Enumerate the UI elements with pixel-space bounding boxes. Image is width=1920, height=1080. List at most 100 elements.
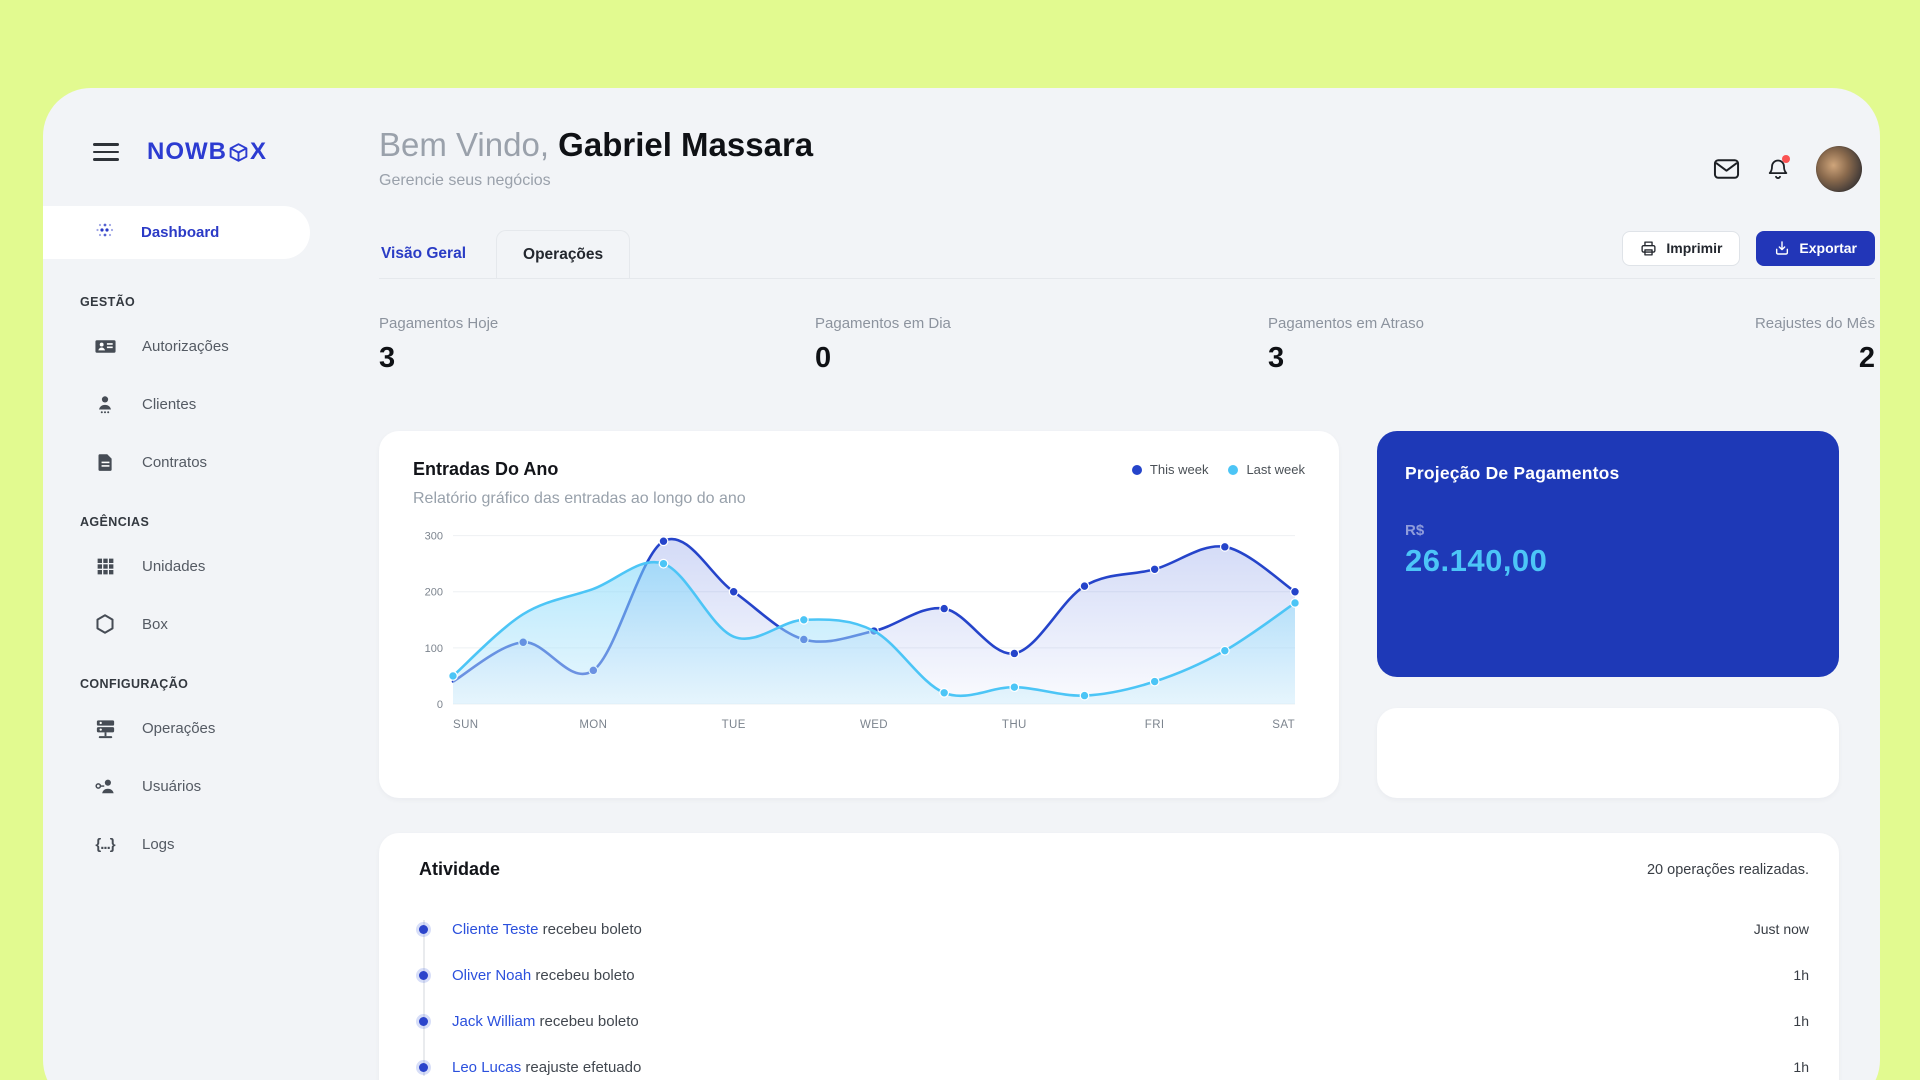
data-point bbox=[939, 603, 950, 614]
sidebar-section-label: GESTÃO bbox=[80, 295, 136, 309]
page-header: Bem Vindo, Gabriel Massara Gerencie seus… bbox=[379, 124, 1875, 190]
stat-pagamentos-em-atraso: Pagamentos em Atraso 3 bbox=[1268, 315, 1755, 375]
data-point bbox=[1079, 690, 1090, 701]
sidebar-item-dashboard[interactable]: Dashboard bbox=[43, 206, 310, 259]
legend-label: Last week bbox=[1246, 462, 1305, 477]
stat-pagamentos-em-dia: Pagamentos em Dia 0 bbox=[815, 315, 1268, 375]
data-point bbox=[1149, 564, 1160, 575]
projection-amount: 26.140,00 bbox=[1405, 543, 1548, 578]
stat-value: 2 bbox=[1858, 342, 1875, 374]
data-point bbox=[798, 614, 809, 625]
sidebar-section-label: AGÊNCIAS bbox=[80, 515, 150, 529]
braces-icon: {...} bbox=[95, 835, 115, 853]
svg-text:0: 0 bbox=[437, 699, 443, 711]
stat-label: Pagamentos Hoje bbox=[379, 315, 499, 332]
svg-text:FRI: FRI bbox=[1145, 719, 1165, 731]
sidebar-section-label: CONFIGURAÇÃO bbox=[80, 677, 189, 691]
stat-label: Pagamentos em Dia bbox=[815, 315, 951, 332]
page-subtitle: Gerencie seus negócios bbox=[379, 172, 551, 189]
activity-row: Cliente Teste recebeu boleto Just now bbox=[419, 906, 1809, 952]
entries-chart-card: Entradas Do Ano This week Last week Relat… bbox=[379, 431, 1339, 798]
data-point bbox=[448, 671, 458, 681]
sidebar-item-contratos[interactable]: Contratos bbox=[43, 433, 379, 491]
user-name: Gabriel Massara bbox=[558, 126, 814, 163]
activity-text: Cliente Teste recebeu boleto bbox=[452, 920, 642, 938]
sidebar-item-logs[interactable]: {...} Logs bbox=[43, 815, 379, 873]
activity-row: Oliver Noah recebeu boleto 1h bbox=[419, 952, 1809, 998]
sidebar-item-label: Clientes bbox=[142, 395, 197, 413]
sidebar: NOWB X Dashboard GESTÃO Autorizações Clien… bbox=[43, 88, 379, 1080]
data-point bbox=[728, 586, 739, 597]
sidebar-item-unidades[interactable]: Unidades bbox=[43, 537, 379, 595]
side-column: Projeção De Pagamentos R$ 26.140,00 bbox=[1377, 431, 1839, 798]
page-title: Bem Vindo, Gabriel Massara bbox=[379, 124, 1875, 166]
legend-this-week[interactable]: This week bbox=[1131, 462, 1208, 477]
activity-time: 1h bbox=[1793, 1013, 1809, 1029]
svg-text:SAT: SAT bbox=[1272, 719, 1295, 731]
box-logo-icon bbox=[229, 142, 248, 162]
export-icon bbox=[1776, 241, 1789, 255]
data-point bbox=[1149, 676, 1160, 687]
activity-client-link[interactable]: Oliver Noah bbox=[452, 967, 531, 984]
sidebar-item-clientes[interactable]: Clientes bbox=[43, 375, 379, 433]
stat-label: Reajustes do Mês bbox=[1754, 315, 1875, 332]
svg-text:TUE: TUE bbox=[722, 719, 746, 731]
print-button[interactable]: Imprimir bbox=[1622, 230, 1741, 266]
svg-text:SUN: SUN bbox=[453, 719, 478, 731]
activity-client-link[interactable]: Jack William bbox=[452, 1013, 535, 1030]
hexagon-icon bbox=[93, 612, 117, 636]
tab-bar: Visão Geral Operações Imprimir Exportar bbox=[379, 230, 1875, 279]
activity-card: Atividade 20 operações realizadas. Clien… bbox=[379, 833, 1839, 1080]
activity-row: Leo Lucas reajuste efetuado 1h bbox=[419, 1044, 1809, 1080]
projection-title: Projeção De Pagamentos bbox=[1405, 463, 1620, 483]
projection-currency: R$ bbox=[1405, 522, 1425, 539]
activity-text: Jack William recebeu boleto bbox=[452, 1012, 639, 1030]
activity-time: 1h bbox=[1793, 1059, 1809, 1075]
stat-label: Pagamentos em Atraso bbox=[1268, 315, 1424, 332]
document-icon bbox=[93, 450, 117, 474]
activity-text: Oliver Noah recebeu boleto bbox=[452, 966, 635, 984]
activity-dot-icon bbox=[419, 1016, 428, 1026]
stats-row: Pagamentos Hoje 3 Pagamentos em Dia 0 Pagame… bbox=[379, 315, 1875, 375]
legend-dot-icon bbox=[1228, 464, 1239, 475]
dashboard-dots-icon bbox=[93, 218, 117, 247]
cards-row: Entradas Do Ano This week Last week Relat… bbox=[379, 431, 1839, 798]
export-button[interactable]: Exportar bbox=[1756, 230, 1875, 266]
id-card-icon bbox=[93, 334, 117, 358]
data-point bbox=[1290, 586, 1300, 597]
activity-client-link[interactable]: Cliente Teste bbox=[452, 921, 538, 938]
stat-reajustes-do-mes: Reajustes do Mês 2 bbox=[1755, 315, 1875, 375]
menu-icon[interactable] bbox=[93, 143, 119, 161]
svg-text:100: 100 bbox=[425, 643, 443, 655]
stat-value: 0 bbox=[815, 342, 832, 374]
sidebar-item-operacoes[interactable]: Operações bbox=[43, 699, 379, 757]
legend-last-week[interactable]: Last week bbox=[1228, 462, 1305, 477]
projection-card: Projeção De Pagamentos R$ 26.140,00 bbox=[1377, 431, 1839, 677]
activity-time: 1h bbox=[1793, 967, 1809, 983]
tab-visao-geral[interactable]: Visão Geral bbox=[379, 230, 468, 278]
data-point bbox=[1290, 598, 1300, 608]
brand-logo: NOWB X bbox=[147, 138, 267, 166]
data-point bbox=[658, 558, 669, 569]
activity-list: Cliente Teste recebeu boleto Just now Oliv… bbox=[419, 906, 1809, 1080]
activity-dot-icon bbox=[419, 970, 428, 980]
sidebar-item-usuarios[interactable]: Usuários bbox=[43, 757, 379, 815]
sidebar-item-label: Operações bbox=[142, 719, 216, 737]
svg-text:THU: THU bbox=[1002, 719, 1027, 731]
sidebar-item-label: Usuários bbox=[142, 777, 202, 795]
stat-value: 3 bbox=[379, 342, 396, 374]
sidebar-section: GESTÃO Autorizações Clientes Contratos bbox=[43, 295, 379, 491]
sidebar-item-autorizacoes[interactable]: Autorizações bbox=[43, 317, 379, 375]
tab-operacoes[interactable]: Operações bbox=[496, 230, 631, 278]
data-point bbox=[939, 687, 950, 698]
svg-text:300: 300 bbox=[425, 531, 443, 543]
data-point bbox=[1079, 581, 1090, 592]
data-point bbox=[1219, 541, 1230, 552]
activity-dot-icon bbox=[419, 1062, 428, 1072]
person-icon bbox=[93, 392, 117, 416]
chart-x-labels: SUN MON TUE WED THU FRI SAT bbox=[453, 719, 1295, 731]
sidebar-item-label: Logs bbox=[142, 835, 175, 853]
activity-client-link[interactable]: Leo Lucas bbox=[452, 1059, 521, 1076]
sidebar-item-box[interactable]: Box bbox=[43, 595, 379, 653]
sidebar-section: AGÊNCIAS Unidades Box bbox=[43, 515, 379, 653]
